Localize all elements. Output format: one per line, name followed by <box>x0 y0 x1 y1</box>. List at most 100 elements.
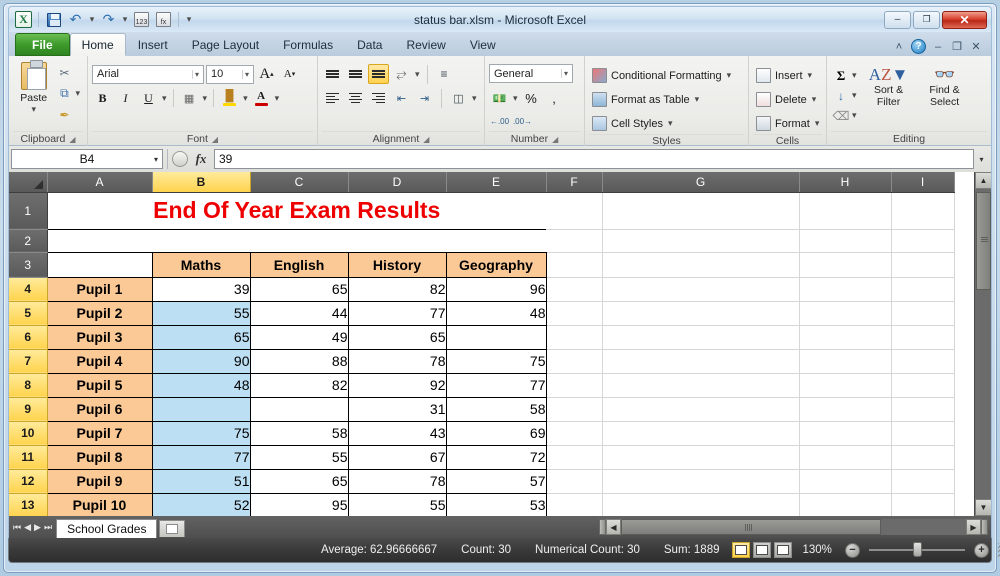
cell-b9[interactable] <box>151 397 251 422</box>
cell-d5[interactable]: 77 <box>347 301 447 326</box>
cell-a7[interactable]: Pupil 4 <box>46 349 153 374</box>
cell-c13[interactable]: 95 <box>249 493 349 516</box>
delete-cells-button[interactable]: Delete ▾ <box>753 89 820 110</box>
paste-button[interactable]: Paste ▾ <box>13 59 54 115</box>
row-header-9[interactable]: 9 <box>9 397 48 422</box>
sheet-tab-school-grades[interactable]: School Grades <box>56 519 158 538</box>
cell-g10[interactable] <box>602 421 800 446</box>
cell-e12[interactable]: 57 <box>445 469 547 494</box>
row-header-3[interactable]: 3 <box>9 252 48 278</box>
comma-style-button[interactable]: , <box>544 88 565 108</box>
cell-a9[interactable]: Pupil 6 <box>46 397 153 422</box>
cell-title[interactable]: End Of Year Exam Results <box>47 192 546 230</box>
row-header-11[interactable]: 11 <box>9 445 48 470</box>
row-header-8[interactable]: 8 <box>9 373 48 398</box>
cell-f8[interactable] <box>546 373 603 398</box>
excel-logo-icon[interactable]: X <box>13 10 34 30</box>
align-center-button[interactable] <box>345 88 366 108</box>
cell-f6[interactable] <box>546 325 603 350</box>
cell-g9[interactable] <box>602 397 800 422</box>
cell-b10[interactable]: 75 <box>151 421 251 446</box>
cell-f1[interactable] <box>546 192 603 230</box>
cell-d11[interactable]: 67 <box>347 445 447 470</box>
close-button[interactable]: ✕ <box>942 10 987 29</box>
cell-h2[interactable] <box>799 229 892 253</box>
column-header-i[interactable]: I <box>891 172 955 193</box>
cell-a11[interactable]: Pupil 8 <box>46 445 153 470</box>
column-header-b[interactable]: B <box>152 172 251 193</box>
column-header-a[interactable]: A <box>47 172 153 193</box>
grow-font-button[interactable]: A ▴ <box>256 64 277 84</box>
cell-b8[interactable]: 48 <box>151 373 251 398</box>
cell-g6[interactable] <box>602 325 800 350</box>
cut-button[interactable]: ✂ <box>54 63 83 82</box>
alignment-dialog-launcher[interactable]: ◢ <box>423 135 429 144</box>
collapse-ribbon-icon[interactable]: ˄ <box>892 41 906 53</box>
cell-i3[interactable] <box>891 252 955 278</box>
row-header-1[interactable]: 1 <box>9 192 48 230</box>
cell-h13[interactable] <box>799 493 892 516</box>
row-header-6[interactable]: 6 <box>9 325 48 350</box>
minimize-button[interactable]: – <box>884 10 911 29</box>
font-color-button[interactable]: A <box>251 88 272 108</box>
cell-h4[interactable] <box>799 277 892 302</box>
column-header-d[interactable]: D <box>348 172 447 193</box>
normal-view-button[interactable] <box>731 542 750 558</box>
copy-button[interactable]: ⧉ ▾ <box>54 84 83 103</box>
shrink-font-button[interactable]: A ▾ <box>279 64 300 84</box>
accounting-dropdown-arrow[interactable]: ▾ <box>512 93 519 104</box>
zoom-in-button[interactable]: + <box>973 542 989 558</box>
number-dialog-launcher[interactable]: ◢ <box>552 135 558 144</box>
cell-d7[interactable]: 78 <box>347 349 447 374</box>
row-header-10[interactable]: 10 <box>9 421 48 446</box>
insert-function-icon[interactable]: fx <box>188 151 214 167</box>
top-align-button[interactable] <box>322 64 343 84</box>
sort-and-filter-button[interactable]: AZ▼ Sort & Filter <box>863 63 915 108</box>
borders-dropdown-arrow[interactable]: ▾ <box>202 93 209 104</box>
cell-a4[interactable]: Pupil 1 <box>46 277 153 302</box>
undo-dropdown[interactable]: ▾ <box>87 10 97 30</box>
page-layout-view-button[interactable] <box>752 542 771 558</box>
tab-data[interactable]: Data <box>345 34 394 56</box>
cell-f5[interactable] <box>546 301 603 326</box>
macro-view-button[interactable]: fx <box>153 10 174 30</box>
merge-center-dropdown-arrow[interactable]: ▾ <box>471 93 478 104</box>
horizontal-scroll-thumb[interactable] <box>621 519 881 535</box>
first-sheet-icon[interactable]: ⏮ <box>13 522 21 533</box>
scroll-down-button[interactable]: ▼ <box>975 499 991 516</box>
row-header-4[interactable]: 4 <box>9 277 48 302</box>
save-button[interactable] <box>43 10 64 30</box>
cell-i2[interactable] <box>891 229 955 253</box>
cell-f4[interactable] <box>546 277 603 302</box>
bold-button[interactable]: B <box>92 88 113 108</box>
insert-worksheet-button[interactable] <box>159 520 186 537</box>
split-handle[interactable] <box>599 519 606 535</box>
tab-page-layout[interactable]: Page Layout <box>180 34 271 56</box>
cell-e11[interactable]: 72 <box>445 445 547 470</box>
cell-g12[interactable] <box>602 469 800 494</box>
cell-b5[interactable]: 55 <box>151 301 251 326</box>
cell-i10[interactable] <box>891 421 955 446</box>
font-size-combo[interactable]: 10 ▾ <box>206 64 254 84</box>
cell-b7[interactable]: 90 <box>151 349 251 374</box>
middle-align-button[interactable] <box>345 64 366 84</box>
clear-button[interactable]: ⌫ ▾ <box>831 106 860 125</box>
fill-color-button[interactable]: █ <box>219 88 240 108</box>
cell-g5[interactable] <box>602 301 800 326</box>
tab-home[interactable]: Home <box>69 33 126 56</box>
cell-e5[interactable]: 48 <box>445 301 547 326</box>
cell-e9[interactable]: 58 <box>445 397 547 422</box>
cell-f7[interactable] <box>546 349 603 374</box>
redo-button[interactable]: ↷ <box>98 10 119 30</box>
cell-h3[interactable] <box>799 252 892 278</box>
status-numerical-count[interactable]: Numerical Count: 30 <box>523 544 652 556</box>
horizontal-scroll-track[interactable] <box>621 519 966 535</box>
cell-i4[interactable] <box>891 277 955 302</box>
workbook-restore-icon[interactable]: ❐ <box>950 40 964 53</box>
cell-b12[interactable]: 51 <box>151 469 251 494</box>
underline-button[interactable]: U <box>138 88 159 108</box>
cell-g4[interactable] <box>602 277 800 302</box>
zoom-slider-thumb[interactable] <box>912 542 922 557</box>
cell-g7[interactable] <box>602 349 800 374</box>
vertical-scroll-thumb[interactable] <box>976 192 991 290</box>
